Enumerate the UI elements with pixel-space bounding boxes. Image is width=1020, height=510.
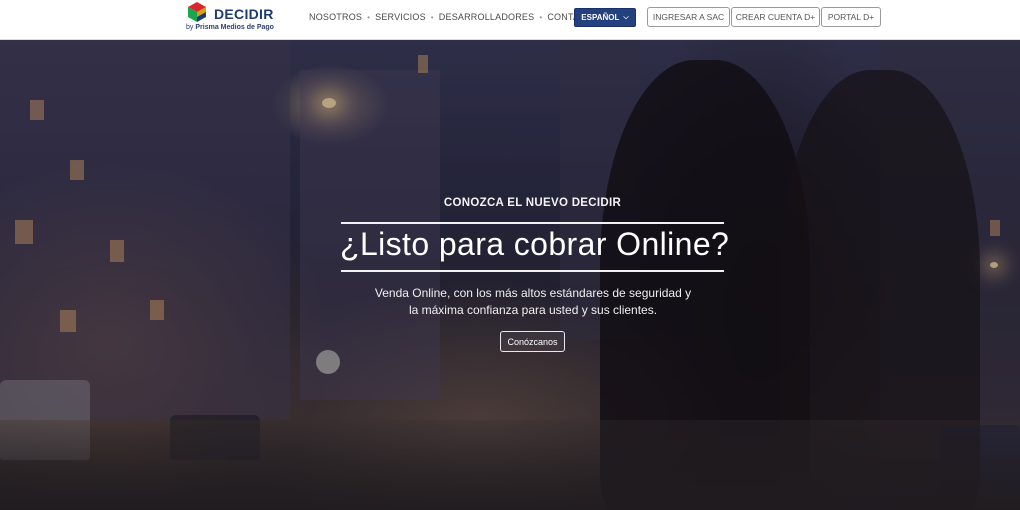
- ingresar-sac-button[interactable]: INGRESAR A SAC: [647, 7, 730, 27]
- hero-subtext-line2: la máxima confianza para usted y sus cli…: [408, 303, 658, 317]
- main-nav: NOSOTROS • SERVICIOS • DESARROLLADORES •…: [309, 12, 599, 22]
- portal-button[interactable]: PORTAL D+: [821, 7, 881, 27]
- nav-separator: •: [430, 12, 434, 22]
- hero-top-rule: [341, 222, 724, 224]
- hero-headline: ¿Listo para cobrar Online?: [340, 226, 730, 262]
- conozcanos-button[interactable]: Conózcanos: [500, 331, 565, 352]
- logo-tagline: by Prisma Medios de Pago: [186, 24, 274, 31]
- tagline-company: Prisma Medios de Pago: [195, 24, 274, 31]
- nav-separator: •: [367, 12, 371, 22]
- nav-item-desarrolladores[interactable]: DESARROLLADORES: [439, 12, 535, 22]
- language-label: ESPAÑOL: [581, 13, 620, 22]
- hero-subtext: Venda Online, con los más altos estándar…: [360, 285, 706, 319]
- nav-item-servicios[interactable]: SERVICIOS: [375, 12, 426, 22]
- hero-content: CONOZCA EL NUEVO DECIDIR ¿Listo para cob…: [0, 40, 1020, 510]
- nav-separator: •: [539, 12, 543, 22]
- tagline-prefix: by: [186, 24, 194, 31]
- page: DECIDIR by Prisma Medios de Pago NOSOTRO…: [0, 0, 1020, 510]
- hero-bottom-rule: [341, 270, 724, 272]
- logo-wordmark: DECIDIR: [214, 6, 274, 22]
- crear-cuenta-button[interactable]: CREAR CUENTA D+: [731, 7, 820, 27]
- language-dropdown[interactable]: ESPAÑOL ⌵: [574, 8, 636, 27]
- hero-subtext-line1: Venda Online, con los más altos estándar…: [374, 286, 692, 300]
- hero-section: CONOZCA EL NUEVO DECIDIR ¿Listo para cob…: [0, 40, 1020, 510]
- logo-cube-icon: [188, 2, 206, 22]
- decidir-logo[interactable]: DECIDIR by Prisma Medios de Pago: [186, 1, 281, 35]
- chevron-down-icon: ⌵: [623, 13, 629, 21]
- nav-item-nosotros[interactable]: NOSOTROS: [309, 12, 362, 22]
- hero-kicker: CONOZCA EL NUEVO DECIDIR: [443, 197, 622, 209]
- top-header: DECIDIR by Prisma Medios de Pago NOSOTRO…: [0, 0, 1020, 40]
